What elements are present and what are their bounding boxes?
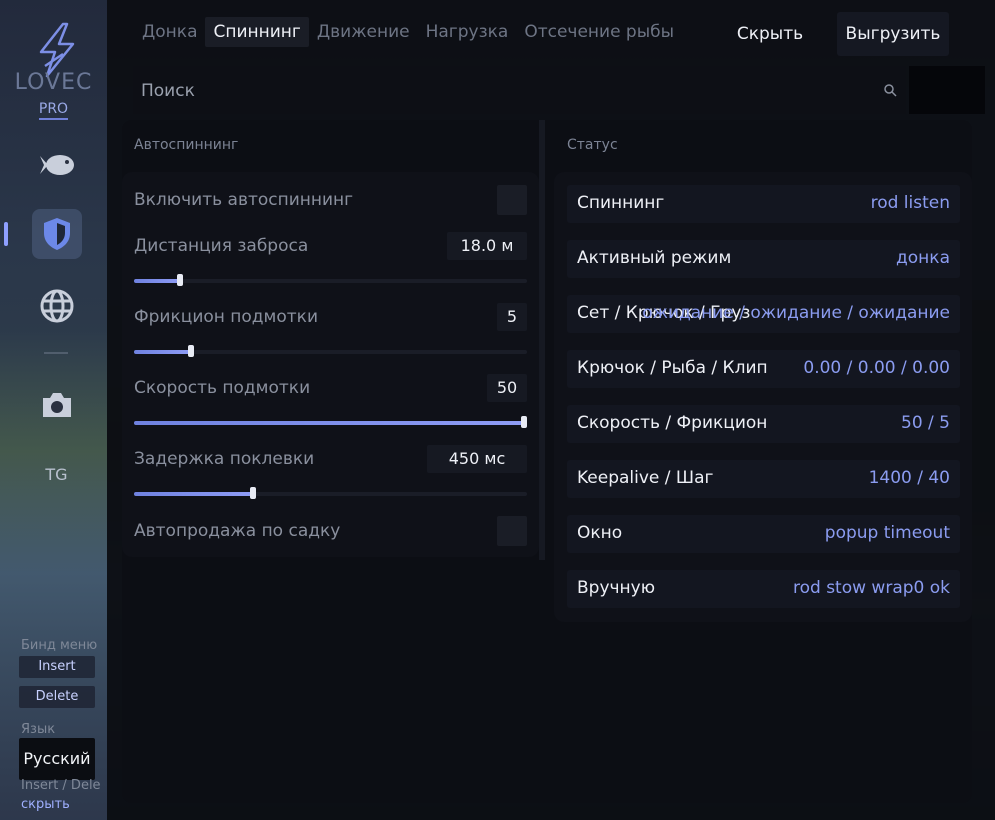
- enable-autospin-label: Включить автоспиннинг: [134, 190, 354, 210]
- bind-key-insert-button[interactable]: Insert: [19, 656, 95, 678]
- tab-movement[interactable]: Движение: [309, 17, 418, 47]
- bite-delay-fill: [134, 492, 253, 496]
- hide-button[interactable]: Скрыть: [724, 12, 816, 56]
- search-bar: [133, 66, 906, 116]
- reel-drag-thumb[interactable]: [188, 345, 194, 357]
- enable-autospin-checkbox[interactable]: [497, 185, 527, 215]
- status-row: Скорость / Фрикцион 50 / 5: [567, 405, 960, 443]
- reel-drag-value[interactable]: 5: [497, 303, 527, 331]
- autospin-scrollbar[interactable]: [539, 120, 545, 560]
- tab-spinning[interactable]: Спиннинг: [205, 17, 309, 47]
- status-row-value: 0.00 / 0.00 / 0.00: [803, 358, 950, 378]
- cast-distance-fill: [134, 279, 180, 283]
- autospin-section-title: Автоспиннинг: [134, 137, 239, 153]
- status-row-label: Скорость / Фрикцион: [577, 413, 768, 433]
- status-row-label: Окно: [577, 523, 623, 543]
- cast-distance-slider[interactable]: [134, 274, 527, 286]
- fish-icon: [40, 155, 74, 175]
- tab-load[interactable]: Нагрузка: [418, 17, 517, 47]
- globe-icon: [40, 289, 74, 323]
- hotkey-hint: Insert / Dele: [21, 778, 101, 793]
- sidebar-item-protection[interactable]: [32, 209, 82, 259]
- search-input[interactable]: [133, 66, 883, 116]
- autosell-checkbox[interactable]: [497, 516, 527, 546]
- status-row-label: Крючок / Рыба / Клип: [577, 358, 768, 378]
- status-row-label: Вручную: [577, 578, 656, 598]
- status-row: Keepalive / Шаг 1400 / 40: [567, 460, 960, 498]
- brand-tier: PRO: [0, 101, 107, 120]
- reel-speed-value[interactable]: 50: [487, 374, 527, 402]
- bind-menu-label: Бинд меню: [21, 638, 98, 653]
- autospin-card: [122, 172, 539, 557]
- bite-delay-slider[interactable]: [134, 487, 527, 499]
- sidebar: LOVEC PRO TG Бинд меню Insert Delete Язы…: [0, 0, 107, 820]
- language-label: Язык: [21, 722, 56, 737]
- bind-key-delete-button[interactable]: Delete: [19, 686, 95, 708]
- reel-drag-slider[interactable]: [134, 345, 527, 357]
- main-panel: Донка Спиннинг Движение Нагрузка Отсечен…: [107, 0, 995, 820]
- cast-distance-value[interactable]: 18.0 м: [447, 232, 527, 260]
- camera-icon: [43, 393, 71, 417]
- sidebar-item-world[interactable]: [32, 281, 82, 331]
- status-row: Активный режим донка: [567, 240, 960, 278]
- cast-distance-thumb[interactable]: [177, 274, 183, 286]
- reel-speed-thumb[interactable]: [521, 416, 527, 428]
- status-row-value: rod stow wrap0 ok: [792, 578, 950, 598]
- sidebar-divider: [44, 352, 68, 354]
- active-indicator: [4, 222, 8, 246]
- sidebar-item-tg[interactable]: TG: [0, 465, 113, 484]
- search-side-panel: [909, 66, 985, 114]
- tab-donka[interactable]: Донка: [134, 17, 205, 47]
- tab-fish-cutoff[interactable]: Отсечение рыбы: [516, 17, 682, 47]
- status-row: Окно popup timeout: [567, 515, 960, 553]
- status-row-label: Keepalive / Шаг: [577, 468, 714, 488]
- brand-name: LOVEC: [14, 70, 93, 95]
- search-icon[interactable]: [883, 83, 897, 97]
- reel-speed-label: Скорость подмотки: [134, 378, 311, 398]
- status-row: Крючок / Рыба / Клип 0.00 / 0.00 / 0.00: [567, 350, 960, 388]
- reel-speed-slider[interactable]: [134, 416, 527, 428]
- export-button[interactable]: Выгрузить: [837, 12, 949, 56]
- status-row-label: Активный режим: [577, 248, 732, 268]
- status-row-value: 1400 / 40: [868, 468, 950, 488]
- tab-bar: Донка Спиннинг Движение Нагрузка Отсечен…: [134, 17, 682, 47]
- status-row-label: Спиннинг: [577, 193, 665, 213]
- autosell-label: Автопродажа по садку: [134, 521, 341, 541]
- bite-delay-value[interactable]: 450 мс: [427, 445, 527, 473]
- status-row-value: rod listen: [870, 193, 950, 213]
- status-row-value: 50 / 5: [901, 413, 950, 433]
- cast-distance-label: Дистанция заброса: [134, 236, 309, 256]
- reel-drag-fill: [134, 350, 191, 354]
- hide-link[interactable]: скрыть: [21, 797, 70, 812]
- brand-tier-text: PRO: [38, 101, 69, 120]
- status-row-value: popup timeout: [824, 523, 950, 543]
- status-row: Сет / Крючок / Груз ожидание / ожидание …: [567, 295, 960, 333]
- reel-drag-label: Фрикцион подмотки: [134, 307, 318, 327]
- shield-icon: [44, 218, 70, 250]
- status-row-value: ожидание / ожидание / ожидание: [642, 303, 950, 323]
- status-section-title: Статус: [567, 137, 618, 153]
- language-select[interactable]: Русский: [19, 738, 95, 780]
- bite-delay-label: Задержка поклевки: [134, 449, 315, 469]
- sidebar-item-camera[interactable]: [32, 380, 82, 430]
- status-row: Вручную rod stow wrap0 ok: [567, 570, 960, 608]
- status-row-value: донка: [896, 248, 950, 268]
- bite-delay-thumb[interactable]: [250, 487, 256, 499]
- sidebar-item-fishing[interactable]: [32, 140, 82, 190]
- reel-speed-fill: [134, 421, 524, 425]
- status-row: Спиннинг rod listen: [567, 185, 960, 223]
